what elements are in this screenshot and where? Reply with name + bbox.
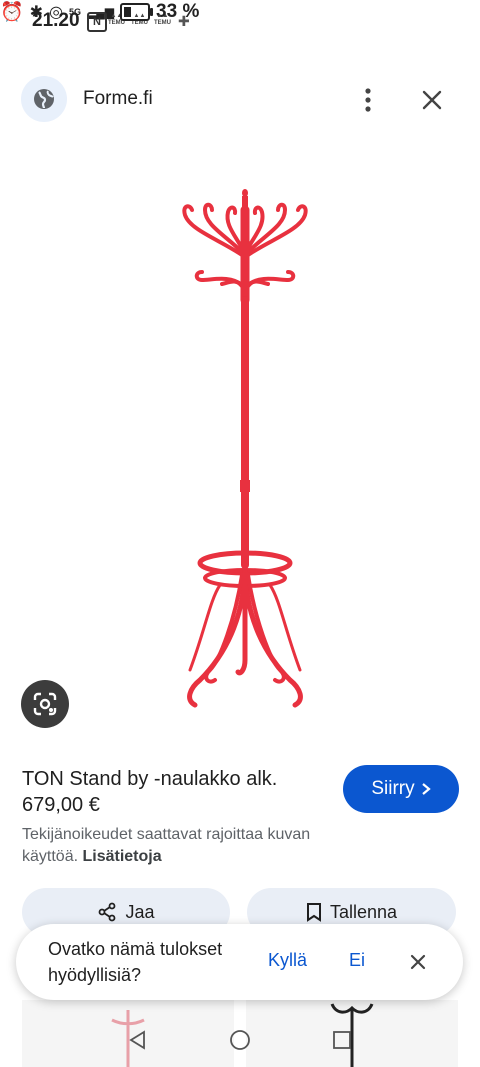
home-circle-icon bbox=[230, 1030, 250, 1050]
feedback-yes-button[interactable]: Kyllä bbox=[268, 950, 307, 971]
share-label: Jaa bbox=[125, 901, 155, 922]
share-icon bbox=[99, 902, 116, 922]
recents-square-icon bbox=[333, 1031, 351, 1049]
site-name[interactable]: Forme.fi bbox=[83, 88, 153, 110]
product-price: 679,00 € bbox=[22, 794, 100, 816]
temu-notification-icon: ▲▲ TEMU bbox=[154, 13, 171, 26]
nfc-icon: N bbox=[87, 12, 107, 32]
product-title[interactable]: TON Stand by -naulakko alk. bbox=[22, 766, 322, 792]
chevron-right-icon bbox=[421, 783, 431, 795]
system-nav-bar bbox=[0, 1010, 480, 1067]
more-info-link[interactable]: Lisätietoja bbox=[82, 848, 161, 865]
close-icon bbox=[422, 90, 442, 110]
status-bar: 21.20 N ▲▲ TEMU ▲▲ TEMU ▲▲ TEMU ✚ ⏰ ✱ ◎ 5G … bbox=[0, 0, 480, 46]
back-triangle-icon bbox=[129, 1030, 145, 1050]
feedback-question: Ovatko nämä tulokset hyödyllisiä? bbox=[48, 939, 223, 985]
status-time: 21.20 bbox=[32, 10, 80, 31]
more-options-button[interactable] bbox=[352, 84, 384, 116]
more-vert-icon bbox=[365, 88, 371, 112]
home-button[interactable] bbox=[228, 1028, 252, 1052]
lens-icon bbox=[33, 692, 57, 716]
battery-icon bbox=[120, 3, 154, 21]
close-button[interactable] bbox=[416, 84, 448, 116]
visit-button-label: Siirry bbox=[371, 778, 415, 799]
back-button[interactable] bbox=[126, 1028, 150, 1052]
bookmark-icon bbox=[306, 903, 321, 922]
visit-button[interactable]: Siirry bbox=[343, 765, 459, 813]
feedback-card: Ovatko nämä tulokset hyödyllisiä? Kyllä … bbox=[16, 924, 463, 1000]
save-label: Tallenna bbox=[329, 901, 398, 922]
close-icon bbox=[410, 954, 426, 970]
result-header: Forme.fi bbox=[0, 74, 480, 122]
alarm-icon: ⏰ bbox=[0, 2, 24, 23]
plus-notification-icon: ✚ bbox=[178, 13, 190, 29]
google-lens-button[interactable] bbox=[21, 680, 69, 728]
feedback-no-button[interactable]: Ei bbox=[349, 950, 365, 971]
globe-icon bbox=[34, 89, 54, 109]
copyright-notice: Tekijänoikeudet saattavat rajoittaa kuva… bbox=[22, 824, 362, 868]
recents-button[interactable] bbox=[330, 1028, 354, 1052]
product-image[interactable] bbox=[150, 180, 340, 720]
feedback-close-button[interactable] bbox=[406, 950, 430, 974]
copyright-text: Tekijänoikeudet saattavat rajoittaa kuva… bbox=[22, 826, 311, 865]
site-favicon[interactable] bbox=[21, 76, 67, 122]
